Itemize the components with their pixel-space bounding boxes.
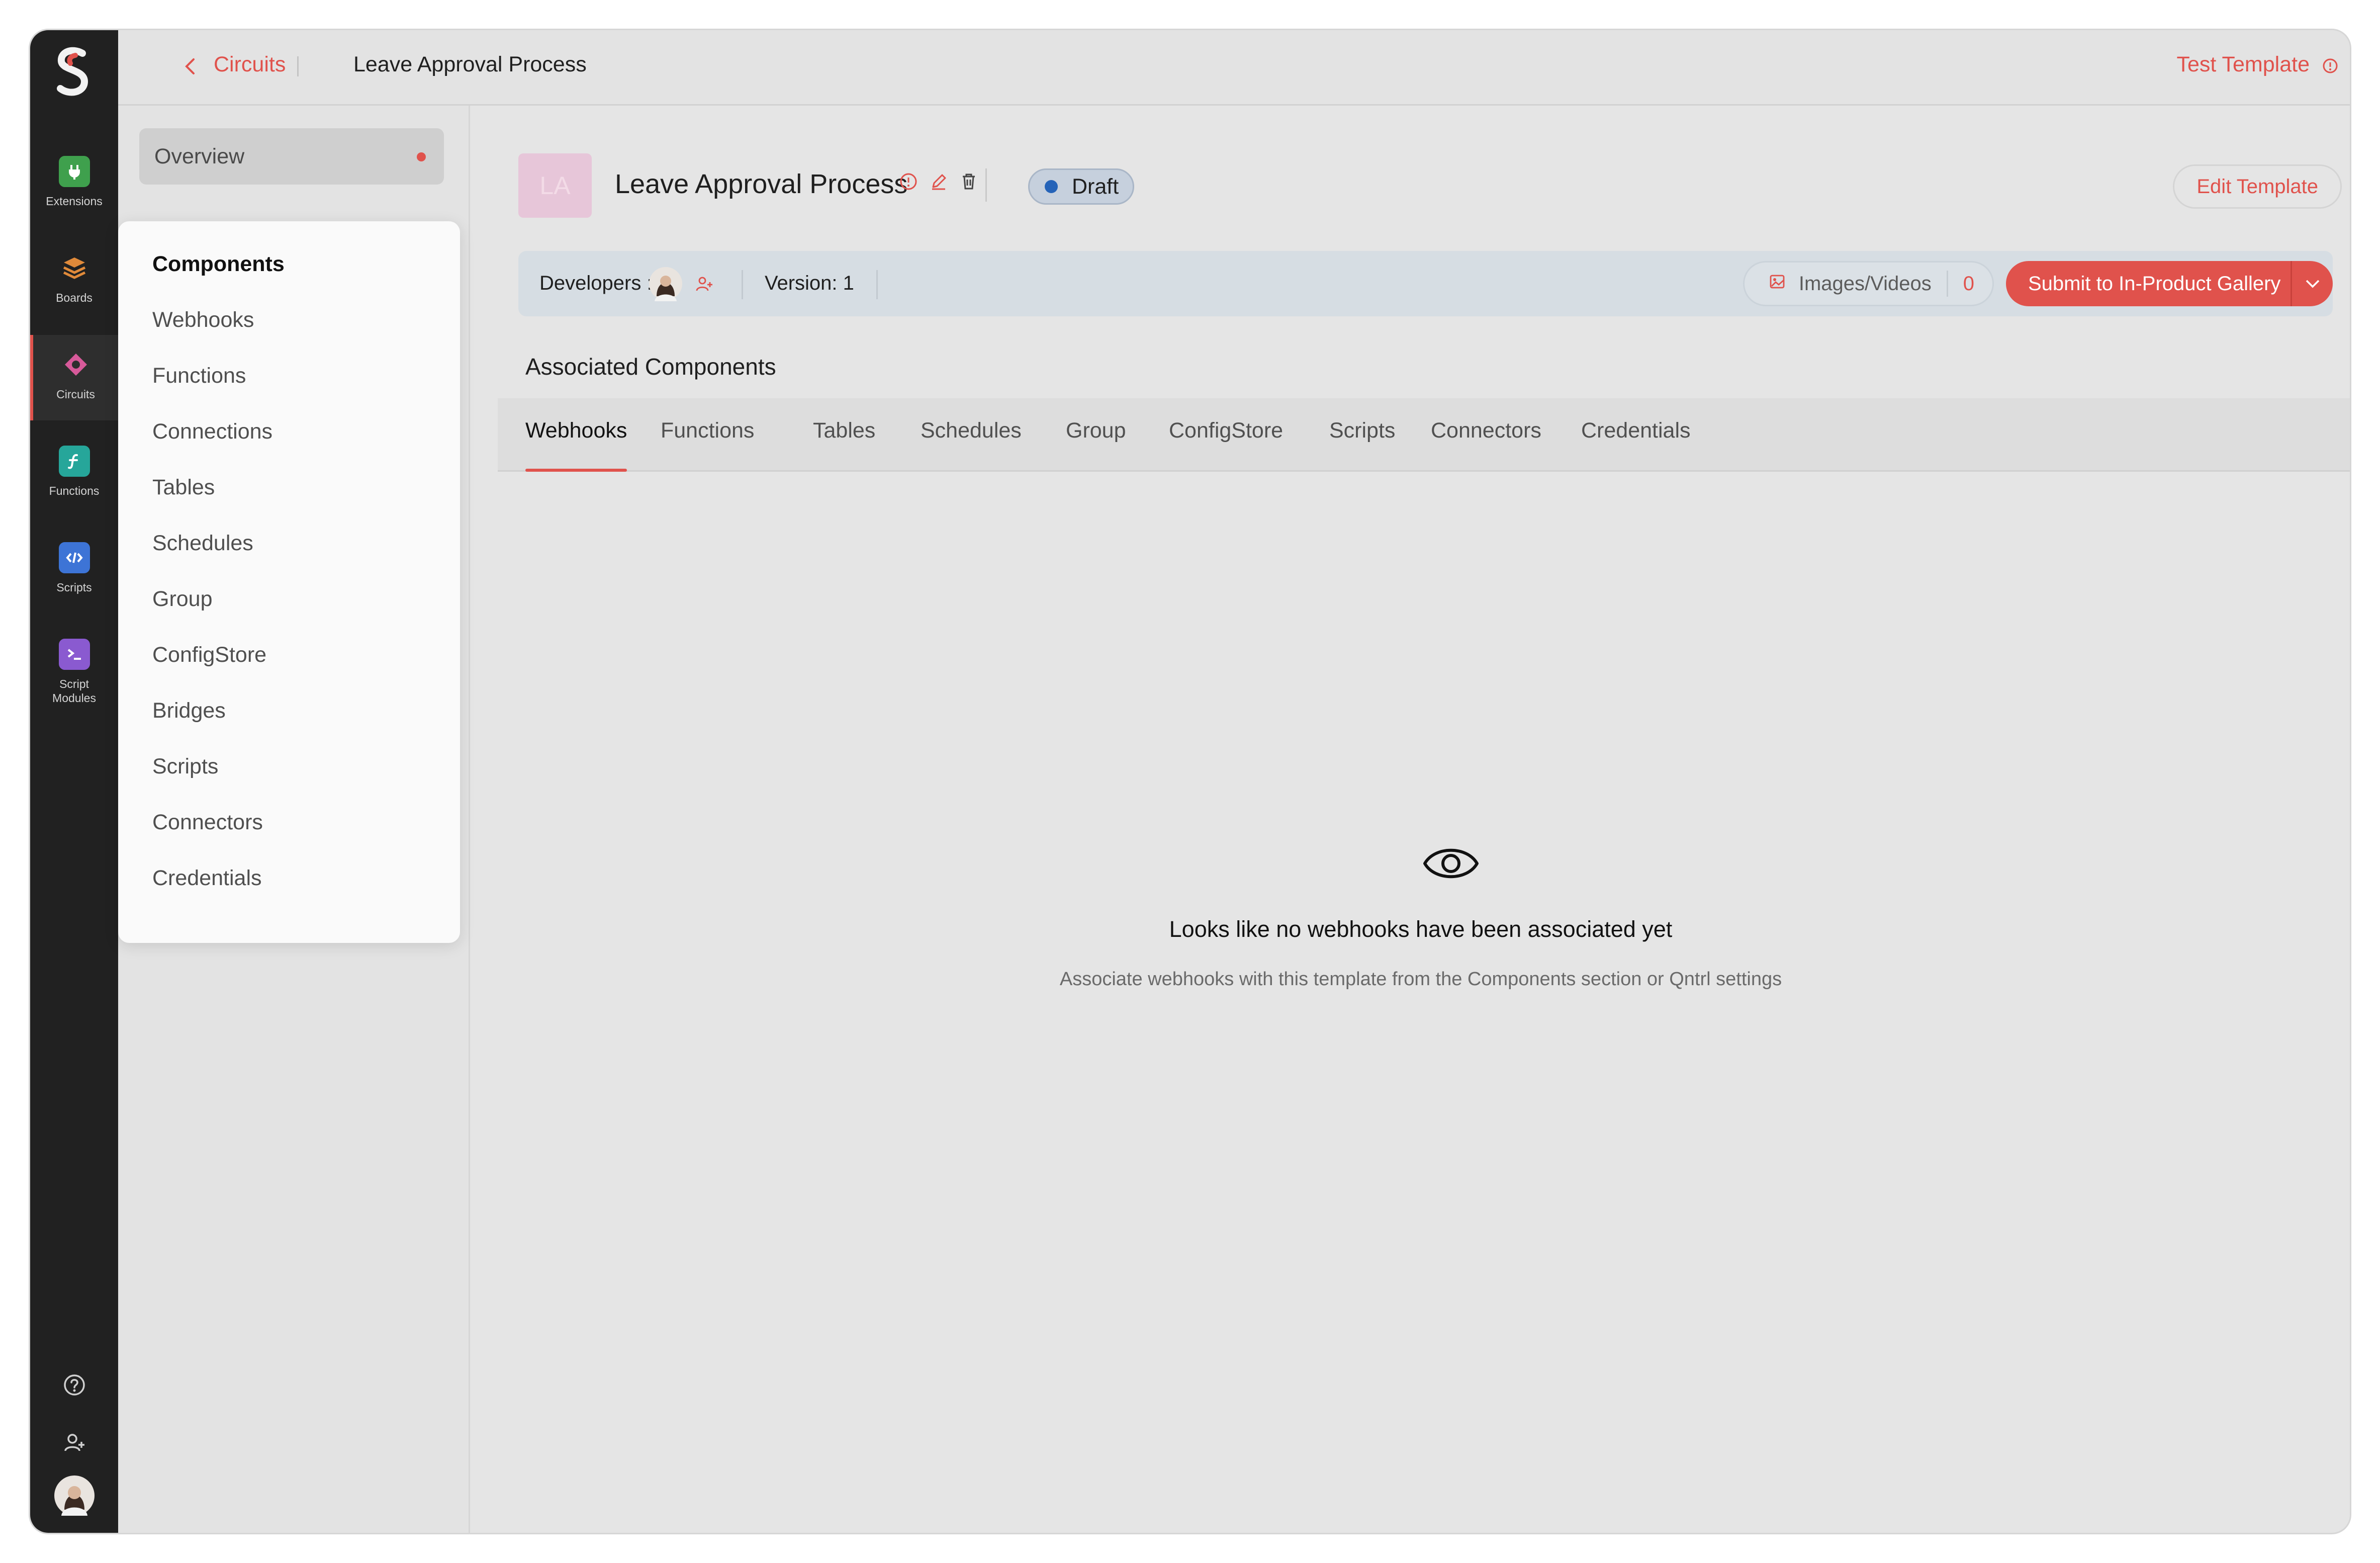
components-item-tables[interactable]: Tables <box>118 460 460 515</box>
nav-overview[interactable]: Overview <box>139 128 444 185</box>
info-icon[interactable] <box>899 172 918 194</box>
components-item-schedules[interactable]: Schedules <box>118 515 460 571</box>
chevron-down-icon[interactable] <box>2291 261 2333 306</box>
info-separator <box>876 270 878 299</box>
rail-item-functions[interactable]: Functions <box>30 431 118 517</box>
empty-state-subtitle: Associate webhooks with this template fr… <box>1059 969 1782 990</box>
status-dot <box>1045 180 1058 193</box>
version-label: Version: 1 <box>765 272 854 294</box>
function-icon <box>58 446 90 477</box>
submit-gallery-button[interactable]: Submit to In-Product Gallery <box>2006 261 2333 306</box>
circuit-icon <box>60 349 91 380</box>
edit-pencil-icon[interactable] <box>929 172 948 194</box>
components-item-configstore[interactable]: ConfigStore <box>118 627 460 683</box>
developers-label: Developers : <box>539 272 653 294</box>
edit-template-button[interactable]: Edit Template <box>2173 164 2342 209</box>
components-item-credentials[interactable]: Credentials <box>118 850 460 906</box>
components-item-connectors[interactable]: Connectors <box>118 795 460 850</box>
app-logo-icon[interactable] <box>51 44 97 100</box>
rail-label: Functions <box>49 484 100 497</box>
tab-group[interactable]: Group <box>1066 418 1126 443</box>
component-tabs: Webhooks Functions Tables Schedules Grou… <box>498 398 2350 472</box>
submit-gallery-label: Submit to In-Product Gallery <box>2028 272 2281 295</box>
template-info-bar: Developers : Version: 1 Images/Videos 0 … <box>518 251 2333 316</box>
rail-label: Boards <box>56 291 93 304</box>
main-content: LA Leave Approval Process Draft Edit Tem… <box>472 106 2350 1533</box>
header-separator <box>985 168 987 202</box>
template-actions <box>899 172 978 194</box>
test-template-link[interactable]: Test Template <box>2176 52 2310 77</box>
breadcrumb-current: Leave Approval Process <box>353 52 587 76</box>
breadcrumb-circuits-link[interactable]: Circuits <box>214 52 286 77</box>
breadcrumb-separator <box>297 56 299 76</box>
user-avatar[interactable] <box>30 1474 118 1517</box>
invite-user-icon[interactable] <box>30 1431 118 1455</box>
info-icon[interactable] <box>2322 57 2339 77</box>
components-item-group[interactable]: Group <box>118 571 460 627</box>
unsaved-indicator <box>417 152 426 161</box>
tab-webhooks[interactable]: Webhooks <box>525 418 627 443</box>
tab-credentials[interactable]: Credentials <box>1581 418 1691 443</box>
components-item-bridges[interactable]: Bridges <box>118 683 460 739</box>
tab-configstore[interactable]: ConfigStore <box>1169 418 1283 443</box>
top-bar: Circuits Leave Approval Process Test Tem… <box>118 30 2350 106</box>
rail-item-extensions[interactable]: Extensions <box>30 142 118 227</box>
status-label: Draft <box>1072 174 1119 199</box>
eye-icon <box>1422 841 1480 889</box>
components-header: Components <box>152 252 285 276</box>
terminal-icon <box>58 639 90 670</box>
template-name: Leave Approval Process <box>615 169 908 199</box>
components-item-functions[interactable]: Functions <box>118 348 460 404</box>
code-icon <box>58 542 90 573</box>
components-item-webhooks[interactable]: Webhooks <box>118 292 460 348</box>
tab-functions[interactable]: Functions <box>661 418 754 443</box>
rail-item-script-modules[interactable]: Script Modules <box>30 625 118 730</box>
chevron-left-icon[interactable] <box>182 56 198 79</box>
nav-overview-label: Overview <box>154 144 245 168</box>
developer-avatar[interactable] <box>648 266 683 304</box>
images-count: 0 <box>1963 272 1974 295</box>
help-icon[interactable] <box>30 1373 118 1397</box>
template-avatar: LA <box>518 153 592 218</box>
rail-label: Circuits <box>56 388 95 401</box>
rail-item-boards[interactable]: Boards <box>30 238 118 324</box>
add-developer-icon[interactable] <box>695 275 713 296</box>
image-icon <box>1769 273 1786 295</box>
associated-components-title: Associated Components <box>525 354 776 380</box>
rail-label: Script Modules <box>52 677 96 705</box>
components-item-connections[interactable]: Connections <box>118 404 460 460</box>
app-window: Extensions Boards Circuits Functions Scr <box>30 30 2350 1533</box>
active-tab-indicator <box>525 469 627 472</box>
empty-state-title: Looks like no webhooks have been associa… <box>1169 916 1673 942</box>
components-dropdown: Components Webhooks Functions Connection… <box>118 221 460 943</box>
layers-icon <box>59 252 90 284</box>
rail-item-circuits[interactable]: Circuits <box>30 335 118 420</box>
trash-icon[interactable] <box>959 172 978 194</box>
tab-scripts[interactable]: Scripts <box>1329 418 1395 443</box>
app-rail: Extensions Boards Circuits Functions Scr <box>30 30 118 1533</box>
images-videos-label: Images/Videos <box>1798 272 1932 295</box>
tab-connectors[interactable]: Connectors <box>1431 418 1541 443</box>
status-badge: Draft <box>1028 168 1135 205</box>
rail-item-scripts[interactable]: Scripts <box>30 528 118 614</box>
rail-label: Extensions <box>46 195 103 208</box>
components-item-scripts[interactable]: Scripts <box>118 739 460 795</box>
plug-icon <box>58 156 90 187</box>
images-separator <box>1946 271 1948 297</box>
tab-tables[interactable]: Tables <box>813 418 875 443</box>
info-separator <box>742 270 743 299</box>
rail-label: Scripts <box>56 581 92 594</box>
images-videos-button[interactable]: Images/Videos 0 <box>1743 261 1994 306</box>
tab-schedules[interactable]: Schedules <box>921 418 1022 443</box>
